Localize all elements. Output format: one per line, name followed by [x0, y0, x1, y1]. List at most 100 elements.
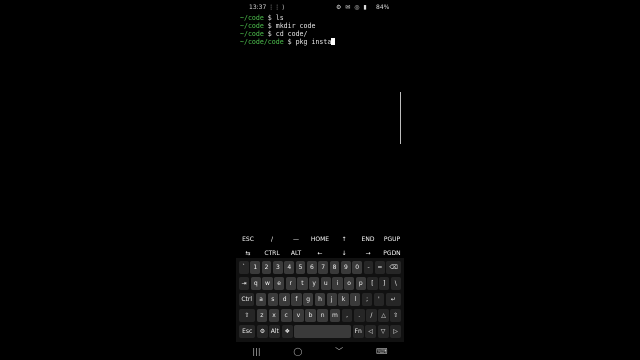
- terminal-line: ~/code $ mkdir code: [240, 22, 400, 30]
- terminal-output[interactable]: ~/code $ ls ~/code $ mkdir code ~/code $…: [240, 14, 400, 46]
- key-4[interactable]: 4: [284, 261, 295, 274]
- enter-key[interactable]: ↵: [385, 293, 401, 306]
- key-5[interactable]: 5: [295, 261, 306, 274]
- soft-keyboard: ` 1 2 3 4 5 6 7 8 9 0 - = ⌫ ⇥ q w e r t …: [236, 258, 404, 342]
- command-text: $ mkdir code: [263, 22, 316, 30]
- right-arrow-key[interactable]: →: [356, 250, 380, 257]
- key-equals[interactable]: =: [374, 261, 385, 274]
- keyboard-row-bottom: ⇧ z x c v b n m , . / △ ⇧: [239, 309, 402, 322]
- key-minus[interactable]: -: [363, 261, 374, 274]
- key-q[interactable]: q: [250, 277, 261, 290]
- key-o[interactable]: o: [344, 277, 355, 290]
- key-quote[interactable]: ': [373, 293, 385, 306]
- key-x[interactable]: x: [268, 309, 280, 322]
- key-1[interactable]: 1: [250, 261, 261, 274]
- key-backslash[interactable]: \: [390, 277, 401, 290]
- end-key[interactable]: END: [356, 236, 380, 243]
- space-bar[interactable]: [294, 325, 352, 338]
- key-z[interactable]: z: [256, 309, 268, 322]
- dash-key[interactable]: —: [284, 236, 308, 243]
- super-icon[interactable]: ❖: [281, 325, 293, 338]
- home-icon[interactable]: ◯: [293, 347, 302, 356]
- up-arrow-key[interactable]: ↑: [332, 236, 356, 243]
- settings-icon[interactable]: ⚙: [256, 325, 268, 338]
- key-d[interactable]: d: [279, 293, 290, 306]
- key-e[interactable]: e: [274, 277, 285, 290]
- key-comma[interactable]: ,: [341, 309, 353, 322]
- backspace-key[interactable]: ⌫: [386, 261, 401, 274]
- key-backtick[interactable]: `: [239, 261, 249, 274]
- left-arrow-key[interactable]: ←: [308, 250, 332, 257]
- esc-key-kbd[interactable]: Esc: [239, 325, 256, 338]
- key-9[interactable]: 9: [340, 261, 351, 274]
- home-key[interactable]: HOME: [308, 236, 332, 243]
- command-text: $ ls: [263, 14, 284, 22]
- right-triangle-icon[interactable]: ▷: [390, 325, 402, 338]
- key-u[interactable]: u: [320, 277, 331, 290]
- fn-key[interactable]: Fn: [352, 325, 364, 338]
- key-j[interactable]: j: [326, 293, 337, 306]
- key-i[interactable]: i: [332, 277, 343, 290]
- key-n[interactable]: n: [317, 309, 329, 322]
- shift-right-key[interactable]: ⇧: [390, 309, 402, 322]
- left-triangle-icon[interactable]: ◁: [365, 325, 377, 338]
- key-v[interactable]: v: [293, 309, 304, 322]
- key-r[interactable]: r: [285, 277, 296, 290]
- recents-icon[interactable]: |||: [252, 347, 260, 356]
- key-period[interactable]: .: [353, 309, 365, 322]
- key-m[interactable]: m: [329, 309, 341, 322]
- alt-key-kbd[interactable]: Alt: [269, 325, 281, 338]
- key-6[interactable]: 6: [306, 261, 317, 274]
- prompt-path: ~/code: [240, 22, 264, 30]
- keyboard-row-home: Ctrl a s d f g h j k l ; ' ↵: [239, 293, 401, 306]
- tab-icon-key[interactable]: ⇥: [239, 277, 250, 290]
- key-f[interactable]: f: [291, 293, 302, 306]
- prompt-path: ~/code/code: [240, 38, 284, 46]
- key-s[interactable]: s: [267, 293, 278, 306]
- key-semicolon[interactable]: ;: [361, 293, 373, 306]
- key-slash[interactable]: /: [366, 309, 377, 322]
- key-c[interactable]: c: [280, 309, 292, 322]
- key-left-bracket[interactable]: [: [367, 277, 378, 290]
- key-0[interactable]: 0: [352, 261, 363, 274]
- key-g[interactable]: g: [303, 293, 314, 306]
- pgdn-key[interactable]: PGDN: [380, 250, 404, 257]
- key-w[interactable]: w: [262, 277, 273, 290]
- key-b[interactable]: b: [305, 309, 316, 322]
- status-time: 13:37 ⋮⋮ ⟩: [249, 4, 285, 11]
- key-p[interactable]: p: [355, 277, 366, 290]
- extra-keys-bar: ESC / — HOME ↑ END PGUP ⇆ CTRL ALT ← ↓ →…: [236, 232, 404, 260]
- alt-key[interactable]: ALT: [284, 250, 308, 257]
- terminal-scrollbar[interactable]: [400, 92, 401, 144]
- tab-key[interactable]: ⇆: [236, 250, 260, 257]
- key-2[interactable]: 2: [261, 261, 272, 274]
- key-y[interactable]: y: [309, 277, 320, 290]
- key-t[interactable]: t: [297, 277, 308, 290]
- shift-left-key[interactable]: ⇧: [239, 309, 255, 322]
- back-icon[interactable]: ﹀: [335, 346, 343, 357]
- slash-key[interactable]: /: [260, 236, 284, 243]
- down-arrow-key[interactable]: ↓: [332, 250, 356, 257]
- extra-keys-row-1: ESC / — HOME ↑ END PGUP: [236, 232, 404, 246]
- prompt-path: ~/code: [240, 30, 264, 38]
- key-3[interactable]: 3: [272, 261, 283, 274]
- terminal-line: ~/code $ cd code/: [240, 30, 400, 38]
- key-k[interactable]: k: [338, 293, 349, 306]
- key-a[interactable]: a: [255, 293, 267, 306]
- key-right-bracket[interactable]: ]: [379, 277, 390, 290]
- key-8[interactable]: 8: [329, 261, 340, 274]
- down-triangle-icon[interactable]: ▽: [377, 325, 389, 338]
- terminal-input-line[interactable]: ~/code/code $ pkg insta: [240, 38, 400, 46]
- key-h[interactable]: h: [314, 293, 326, 306]
- ctrl-key[interactable]: CTRL: [260, 250, 284, 257]
- pgup-key[interactable]: PGUP: [380, 236, 404, 243]
- up-triangle-key[interactable]: △: [378, 309, 389, 322]
- navigation-bar: ||| ◯ ﹀ ⌨: [236, 344, 404, 358]
- phone-screen: 13:37 ⋮⋮ ⟩ ⚙ ✉ ◎ ▮ 84% ~/code $ ls ~/cod…: [236, 0, 404, 360]
- key-7[interactable]: 7: [318, 261, 329, 274]
- ctrl-key-kbd[interactable]: Ctrl: [239, 293, 255, 306]
- key-l[interactable]: l: [350, 293, 361, 306]
- esc-key[interactable]: ESC: [236, 236, 260, 243]
- keyboard-switch-icon[interactable]: ⌨: [376, 347, 388, 356]
- keyboard-row-top: ⇥ q w e r t y u i o p [ ] \: [239, 277, 401, 290]
